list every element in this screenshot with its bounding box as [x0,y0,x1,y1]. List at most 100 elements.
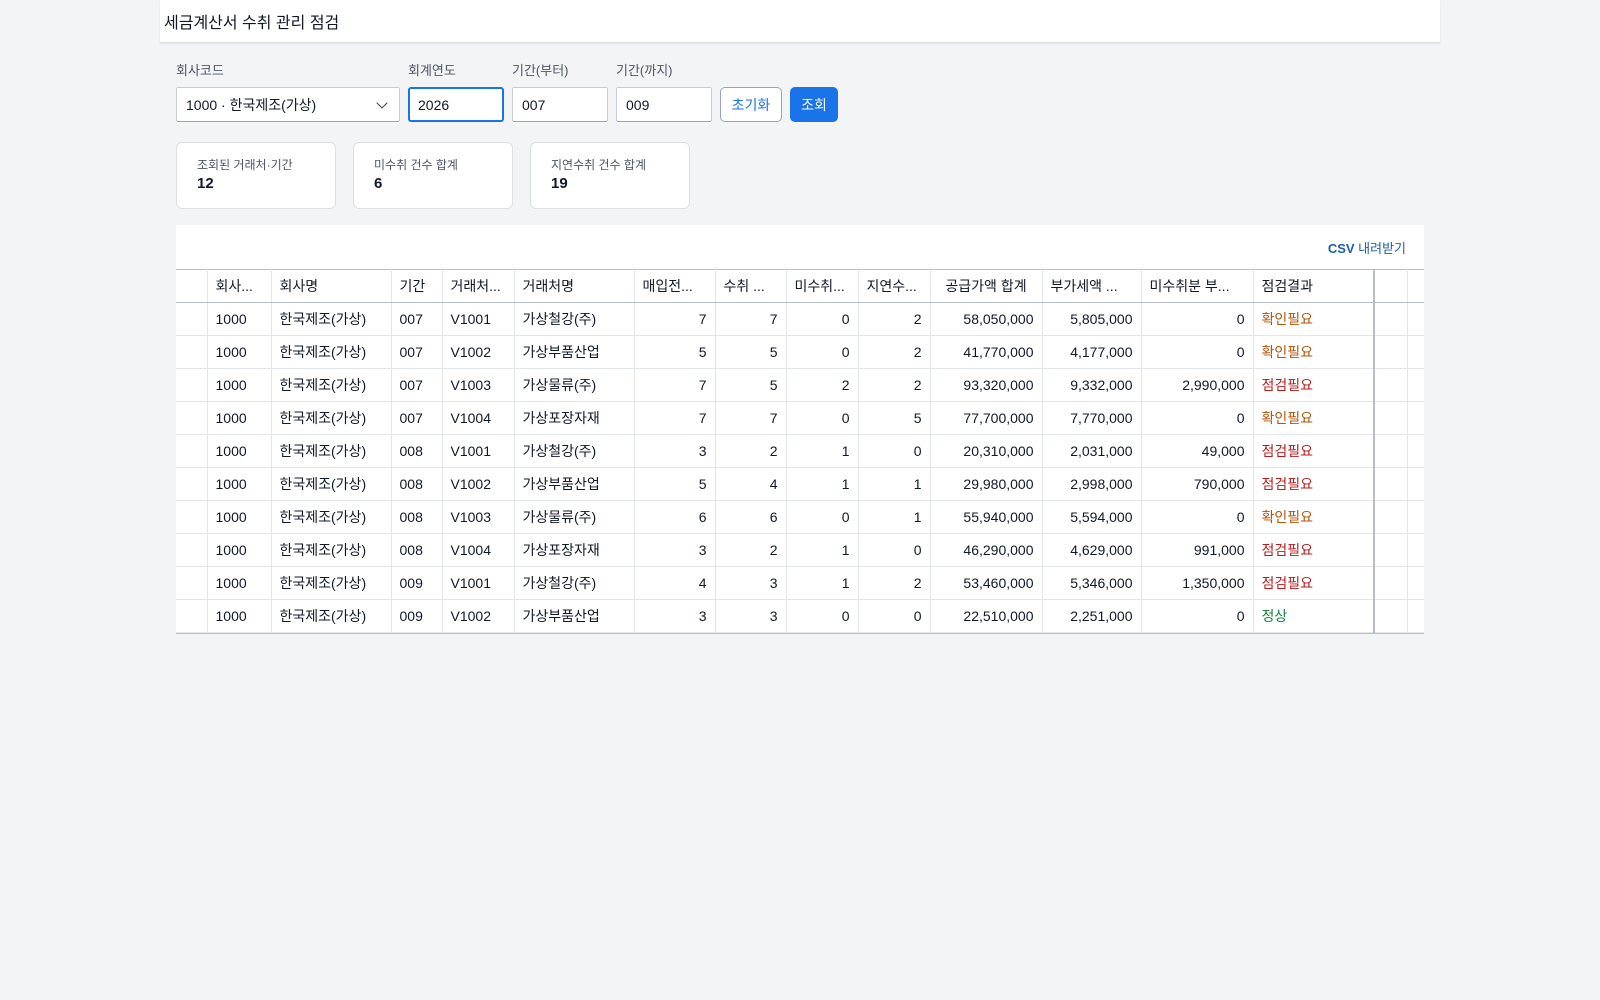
period-to-label: 기간(까지) [616,63,673,78]
table-cell: 가상물류(주) [514,368,635,402]
summary-card-label: 지연수취 건수 합계 [551,158,646,172]
summary-card-label: 조회된 거래처·기간 [197,158,293,172]
table-cell: 가상물류(주) [514,500,635,534]
column-header[interactable]: 부가세액 ... [1042,269,1142,303]
table-cell: 가상철강(주) [514,566,635,600]
column-header[interactable]: 수취 ... [715,269,787,303]
row-selector[interactable] [176,368,208,402]
table-cell: 가상철강(주) [514,302,635,336]
table-cell: 9,332,000 [1042,368,1142,402]
table-cell: 2 [858,566,931,600]
table-cell: 2 [858,302,931,336]
column-header[interactable]: 점검결과 [1253,269,1375,303]
row-selector[interactable] [176,566,208,600]
table-row[interactable]: 1000 한국제조(가상) 007 V1002 가상부품산업 5 5 0 2 41,770,000… [176,335,1424,369]
table-cell: 1000 [207,566,272,600]
row-spacer [1407,401,1424,435]
status-cell: 확인필요 [1253,302,1375,336]
table-cell: 0 [1141,335,1254,369]
search-button[interactable]: 조회 [790,87,838,122]
period-from-label: 기간(부터) [512,63,569,78]
table-row[interactable]: 1000 한국제조(가상) 009 V1002 가상부품산업 3 3 0 0 22,510,000… [176,599,1424,633]
row-selector-header[interactable] [176,269,208,303]
table-cell: 1000 [207,335,272,369]
table-cell: V1001 [442,302,515,336]
row-selector[interactable] [176,467,208,501]
table-cell: 2,031,000 [1042,434,1142,468]
row-spacer [1407,335,1424,369]
column-header[interactable]: 거래처... [442,269,515,303]
row-selector[interactable] [176,599,208,633]
table-cell: 58,050,000 [930,302,1043,336]
column-header[interactable]: 미수취... [786,269,859,303]
table-cell: 가상부품산업 [514,599,635,633]
table-cell: 5,805,000 [1042,302,1142,336]
column-header[interactable]: 기간 [391,269,443,303]
table-cell: 008 [391,500,443,534]
table-cell: 008 [391,434,443,468]
row-selector[interactable] [176,302,208,336]
period-to-input[interactable]: 009 [616,87,712,122]
column-header[interactable]: 미수취분 부... [1141,269,1254,303]
company-label: 회사코드 [176,63,224,78]
year-input[interactable]: 2026 [408,87,504,122]
table-cell: 5 [634,467,716,501]
table-row[interactable]: 1000 한국제조(가상) 008 V1004 가상포장자재 3 2 1 0 46,290,000… [176,533,1424,567]
table-cell: 1,350,000 [1141,566,1254,600]
table-row[interactable]: 1000 한국제조(가상) 007 V1003 가상물류(주) 7 5 2 2 93,320,00… [176,368,1424,402]
column-header[interactable]: 회사명 [271,269,392,303]
status-cell: 점검필요 [1253,434,1375,468]
row-spacer [1373,566,1408,600]
row-spacer [1373,302,1408,336]
data-table: 회사... 회사명 기간 거래처... 거래처명 매입전... 수취 ... 미수취... 지연… [176,269,1424,633]
row-spacer [1407,467,1424,501]
status-cell: 점검필요 [1253,566,1375,600]
row-spacer [1407,434,1424,468]
table-row[interactable]: 1000 한국제조(가상) 008 V1001 가상철강(주) 3 2 1 0 20,310,00… [176,434,1424,468]
table-row[interactable]: 1000 한국제조(가상) 007 V1004 가상포장자재 7 7 0 5 77,700,000… [176,401,1424,435]
table-cell: 790,000 [1141,467,1254,501]
table-cell: 4 [715,467,787,501]
table-row[interactable]: 1000 한국제조(가상) 008 V1003 가상물류(주) 6 6 0 1 55,940,00… [176,500,1424,534]
row-spacer [1373,599,1408,633]
table-cell: 0 [786,401,859,435]
table-cell: 49,000 [1141,434,1254,468]
row-selector[interactable] [176,434,208,468]
table-cell: 29,980,000 [930,467,1043,501]
company-select[interactable]: 1000 · 한국제조(가상) [176,87,400,122]
summary-card-value: 12 [197,175,214,192]
row-spacer [1373,500,1408,534]
summary-card: 조회된 거래처·기간 12 [176,142,336,209]
table-cell: 008 [391,467,443,501]
period-from-input[interactable]: 007 [512,87,608,122]
table-cell: 7 [634,302,716,336]
table-cell: 1000 [207,467,272,501]
table-cell: V1003 [442,500,515,534]
column-header[interactable]: 매입전... [634,269,716,303]
table-cell: V1002 [442,599,515,633]
column-spacer [1373,269,1408,303]
column-header[interactable]: 거래처명 [514,269,635,303]
table-cell: 한국제조(가상) [271,302,392,336]
row-selector[interactable] [176,401,208,435]
table-row[interactable]: 1000 한국제조(가상) 009 V1001 가상철강(주) 4 3 1 2 53,460,00… [176,566,1424,600]
table-cell: 3 [715,566,787,600]
table-cell: 1 [786,467,859,501]
csv-download-link[interactable]: CSV 내려받기 [1328,238,1406,257]
row-selector[interactable] [176,335,208,369]
column-header[interactable]: 공급가액 합계 [930,269,1043,303]
row-selector[interactable] [176,533,208,567]
row-selector[interactable] [176,500,208,534]
row-spacer [1407,566,1424,600]
table-cell: 5 [634,335,716,369]
table-row[interactable]: 1000 한국제조(가상) 007 V1001 가상철강(주) 7 7 0 2 58,050,00… [176,302,1424,336]
table-row[interactable]: 1000 한국제조(가상) 008 V1002 가상부품산업 5 4 1 1 29,980,000… [176,467,1424,501]
table-header-row: 회사... 회사명 기간 거래처... 거래처명 매입전... 수취 ... 미수취... 지연… [176,269,1424,303]
table-cell: 1000 [207,500,272,534]
table-cell: 53,460,000 [930,566,1043,600]
table-cell: 41,770,000 [930,335,1043,369]
reset-button[interactable]: 초기화 [720,87,782,122]
column-header[interactable]: 회사... [207,269,272,303]
table-cell: V1001 [442,434,515,468]
column-header[interactable]: 지연수... [858,269,931,303]
